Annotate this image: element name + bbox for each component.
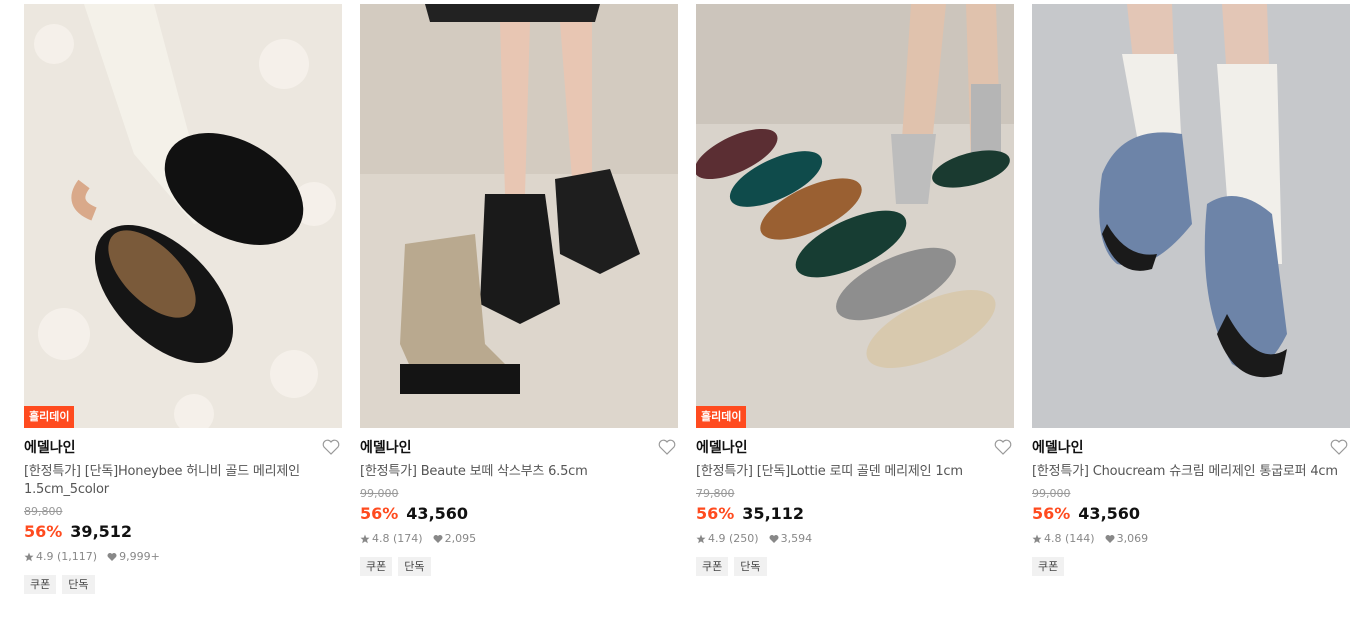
product-grid: 홀리데이 에델나인 [한정특가] [단독]Honeybee 허니비 골드 메리제… (0, 0, 1357, 619)
like-count: 9,999+ (119, 550, 160, 563)
star-icon (1032, 534, 1042, 544)
coupon-tag: 쿠폰 (24, 575, 57, 594)
holiday-badge: 홀리데이 (696, 406, 747, 428)
coupon-tag: 쿠폰 (696, 557, 729, 576)
product-card[interactable]: 에델나인 [한정특가] Beaute 보떼 삭스부츠 6.5cm 99,000 … (360, 0, 678, 576)
rating: 4.8 (144) (1044, 532, 1095, 545)
heart-outline-icon[interactable] (658, 439, 676, 455)
original-price: 99,000 (1032, 487, 1071, 500)
discount-rate: 56% (360, 504, 399, 523)
coupon-tag: 쿠폰 (360, 557, 393, 576)
heart-filled-icon (107, 553, 117, 561)
brand-name[interactable]: 에델나인 (24, 439, 342, 457)
product-title[interactable]: [한정특가] Beaute 보떼 삭스부츠 6.5cm (360, 463, 678, 481)
discount-rate: 56% (696, 504, 735, 523)
exclusive-tag: 단독 (398, 557, 431, 576)
rating: 4.8 (174) (372, 532, 423, 545)
star-icon (24, 552, 34, 562)
sale-price: 39,512 (70, 522, 133, 541)
heart-filled-icon (1105, 535, 1115, 543)
product-title[interactable]: [한정특가] [단독]Honeybee 허니비 골드 메리제인 1.5cm_5c… (24, 463, 342, 499)
discount-rate: 56% (24, 522, 63, 541)
original-price: 79,800 (696, 487, 735, 500)
brand-name[interactable]: 에델나인 (1032, 439, 1350, 457)
product-image[interactable]: 홀리데이 (24, 4, 342, 428)
like-count: 3,594 (780, 532, 813, 545)
heart-filled-icon (433, 535, 443, 543)
product-title[interactable]: [한정특가] [단독]Lottie 로띠 골덴 메리제인 1cm (696, 463, 1014, 481)
rating: 4.9 (250) (708, 532, 759, 545)
discount-rate: 56% (1032, 504, 1071, 523)
sale-price: 43,560 (1078, 504, 1141, 523)
heart-outline-icon[interactable] (1330, 439, 1348, 455)
product-image[interactable]: 홀리데이 (696, 4, 1014, 428)
sale-price: 43,560 (406, 504, 469, 523)
product-image[interactable] (1032, 4, 1350, 428)
product-image[interactable] (360, 4, 678, 428)
rating: 4.9 (1,117) (36, 550, 98, 563)
star-icon (360, 534, 370, 544)
product-card[interactable]: 에델나인 [한정특가] Choucream 슈크림 메리제인 통굽로퍼 4cm … (1032, 0, 1350, 576)
like-count: 2,095 (444, 532, 477, 545)
holiday-badge: 홀리데이 (24, 406, 75, 428)
brand-name[interactable]: 에델나인 (696, 439, 1014, 457)
product-card[interactable]: 홀리데이 에델나인 [한정특가] [단독]Lottie 로띠 골덴 메리제인 1… (696, 0, 1014, 576)
heart-filled-icon (769, 535, 779, 543)
exclusive-tag: 단독 (734, 557, 767, 576)
heart-outline-icon[interactable] (322, 439, 340, 455)
brand-name[interactable]: 에델나인 (360, 439, 678, 457)
product-card[interactable]: 홀리데이 에델나인 [한정특가] [단독]Honeybee 허니비 골드 메리제… (24, 0, 342, 594)
original-price: 99,000 (360, 487, 399, 500)
star-icon (696, 534, 706, 544)
heart-outline-icon[interactable] (994, 439, 1012, 455)
sale-price: 35,112 (742, 504, 805, 523)
product-title[interactable]: [한정특가] Choucream 슈크림 메리제인 통굽로퍼 4cm (1032, 463, 1350, 481)
exclusive-tag: 단독 (62, 575, 95, 594)
original-price: 89,800 (24, 505, 63, 518)
like-count: 3,069 (1116, 532, 1149, 545)
coupon-tag: 쿠폰 (1032, 557, 1065, 576)
